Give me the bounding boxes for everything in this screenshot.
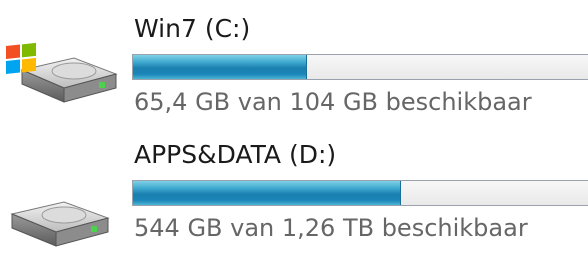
drive-free-space-text: 544 GB van 1,26 TB beschikbaar	[134, 214, 528, 242]
drive-name: APPS&DATA (D:)	[134, 140, 337, 169]
drive-item-c[interactable]: Win7 (C:) 65,4 GB van 104 GB beschikbaar	[0, 0, 588, 126]
drive-name: Win7 (C:)	[134, 14, 251, 43]
drive-item-d[interactable]: APPS&DATA (D:) 544 GB van 1,26 TB beschi…	[0, 126, 588, 252]
drive-free-space-text: 65,4 GB van 104 GB beschikbaar	[134, 88, 532, 116]
drive-usage-fill	[133, 181, 401, 205]
drive-usage-bar	[132, 180, 588, 206]
hard-drive-icon	[10, 201, 110, 247]
drive-usage-fill	[133, 55, 308, 79]
system-drive-windows-icon	[6, 42, 118, 103]
drive-usage-bar	[132, 54, 588, 80]
